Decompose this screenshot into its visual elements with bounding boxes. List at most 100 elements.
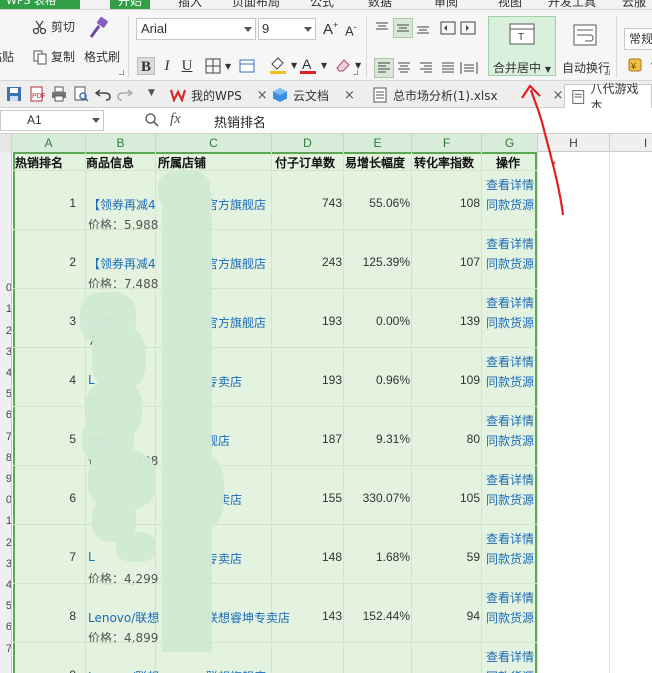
font-size-select[interactable]: 9 <box>258 18 316 40</box>
row-header[interactable]: 8 <box>0 452 11 464</box>
font-name-select[interactable]: Arial <box>136 18 256 40</box>
align-bottom-button[interactable] <box>415 20 431 36</box>
alignment-launcher-icon[interactable] <box>605 70 610 75</box>
align-top-button[interactable] <box>374 20 390 36</box>
distributed-button[interactable] <box>460 60 478 76</box>
number-format-select[interactable]: 常规 <box>624 28 652 50</box>
row-header[interactable]: 1 <box>0 303 11 315</box>
clipboard-launcher-icon[interactable] <box>119 70 124 75</box>
same-source-link[interactable]: 同款货源 <box>486 373 534 390</box>
formula-content[interactable]: 热销排名 <box>214 112 266 131</box>
row-header[interactable]: 7 <box>0 643 11 655</box>
tab-data[interactable]: 数据 <box>368 0 392 9</box>
copy-button[interactable]: 复制 <box>32 48 75 65</box>
wrap-text-button[interactable]: 自动换行 <box>562 59 610 76</box>
tab-my-wps[interactable]: 我的WPS × <box>164 84 274 106</box>
fx-icon[interactable]: fx <box>170 111 181 128</box>
tab-market-analysis[interactable]: 总市场分析(1).xlsx × <box>366 84 570 106</box>
wrap-text-icon-button[interactable] <box>573 24 597 46</box>
view-detail-link[interactable]: 查看详情 <box>486 412 534 429</box>
view-detail-link[interactable]: 查看详情 <box>486 589 534 606</box>
fill-color-button[interactable]: ▼ <box>268 55 297 75</box>
row-header[interactable]: 5 <box>0 388 11 400</box>
font-color-button[interactable]: A ▼ <box>298 55 327 75</box>
row-header[interactable]: 3 <box>0 558 11 570</box>
view-detail-link[interactable]: 查看详情 <box>486 353 534 370</box>
quick-access-dropdown-icon[interactable]: ▼ <box>148 88 155 98</box>
close-icon[interactable]: × <box>553 88 564 103</box>
align-middle-button[interactable] <box>393 18 413 38</box>
same-source-link[interactable]: 同款货源 <box>486 491 534 508</box>
same-source-link[interactable]: 同款货源 <box>486 314 534 331</box>
align-left-button[interactable] <box>374 58 394 78</box>
align-right-button[interactable] <box>418 60 434 76</box>
view-detail-link[interactable]: 查看详情 <box>486 530 534 547</box>
tab-view[interactable]: 视图 <box>498 0 522 9</box>
tab-insert[interactable]: 插入 <box>178 0 202 9</box>
column-header[interactable]: D <box>272 134 344 152</box>
export-pdf-icon[interactable]: PDF <box>29 86 45 102</box>
increase-indent-button[interactable] <box>460 20 476 36</box>
same-source-link[interactable]: 同款货源 <box>486 432 534 449</box>
italic-button[interactable]: I <box>158 57 176 75</box>
cut-button[interactable]: 剪切 <box>32 18 75 35</box>
row-header[interactable]: 2 <box>0 537 11 549</box>
save-icon[interactable] <box>6 86 22 102</box>
font-launcher-icon[interactable] <box>353 70 358 75</box>
column-header[interactable]: G <box>482 134 538 152</box>
view-detail-link[interactable]: 查看详情 <box>486 294 534 311</box>
view-detail-link[interactable]: 查看详情 <box>486 648 534 665</box>
print-preview-icon[interactable] <box>73 86 89 102</box>
tab-review[interactable]: 审阅 <box>434 0 458 9</box>
tab-cloud-docs[interactable]: 云文档 × <box>266 84 361 106</box>
column-header[interactable]: C <box>156 134 272 152</box>
row-header[interactable]: 4 <box>0 367 11 379</box>
cell-style-button[interactable] <box>238 57 256 75</box>
name-box[interactable]: A1 <box>0 110 104 131</box>
select-all-corner[interactable] <box>0 134 12 152</box>
same-source-link[interactable]: 同款货源 <box>486 196 534 213</box>
same-source-link[interactable]: 同款货源 <box>486 668 534 673</box>
view-detail-link[interactable]: 查看详情 <box>486 176 534 193</box>
close-icon[interactable]: × <box>344 88 355 103</box>
same-source-link[interactable]: 同款货源 <box>486 255 534 272</box>
app-title[interactable]: WPS 表格 <box>0 0 80 9</box>
decrease-indent-button[interactable] <box>440 20 456 36</box>
border-button[interactable]: ▼ <box>204 57 231 75</box>
undo-icon[interactable] <box>95 86 111 102</box>
tab-formula[interactable]: 公式 <box>310 0 334 9</box>
align-center-button[interactable] <box>396 60 412 76</box>
row-header[interactable]: 0 <box>0 494 11 506</box>
column-header[interactable]: I <box>610 134 652 152</box>
format-painter-icon-button[interactable] <box>86 16 110 40</box>
decrease-font-button[interactable]: A- <box>345 22 357 38</box>
column-header[interactable]: H <box>538 134 610 152</box>
merge-center-label[interactable]: 合并居中 ▼ <box>493 59 551 76</box>
tab-gaming-laptop[interactable]: 八代游戏本 <box>564 82 652 113</box>
justify-button[interactable] <box>440 60 456 76</box>
currency-button[interactable]: ¥ ▼ <box>628 57 652 73</box>
paste-button[interactable]: 粘贴 <box>0 48 14 65</box>
format-painter-button[interactable]: 格式刷 <box>84 48 120 65</box>
tab-home[interactable]: 开始 <box>110 0 151 9</box>
view-detail-link[interactable]: 查看详情 <box>486 471 534 488</box>
column-header[interactable]: A <box>12 134 86 152</box>
row-header[interactable]: 0 <box>0 282 11 294</box>
increase-font-button[interactable]: A+ <box>323 20 338 38</box>
row-header[interactable]: 2 <box>0 325 11 337</box>
row-header[interactable]: 6 <box>0 621 11 633</box>
column-header[interactable]: E <box>344 134 412 152</box>
zoom-search-icon[interactable] <box>144 112 160 128</box>
tab-page-layout[interactable]: 页面布局 <box>232 0 280 9</box>
redo-icon[interactable] <box>117 86 133 102</box>
column-header[interactable]: B <box>86 134 156 152</box>
row-header[interactable]: 9 <box>0 473 11 485</box>
same-source-link[interactable]: 同款货源 <box>486 550 534 567</box>
tab-developer[interactable]: 开发工具 <box>548 0 596 9</box>
column-header[interactable]: F <box>412 134 482 152</box>
row-header[interactable]: 4 <box>0 579 11 591</box>
underline-button[interactable]: U <box>178 57 196 75</box>
view-detail-link[interactable]: 查看详情 <box>486 235 534 252</box>
row-header[interactable]: 6 <box>0 409 11 421</box>
print-icon[interactable] <box>51 86 67 102</box>
